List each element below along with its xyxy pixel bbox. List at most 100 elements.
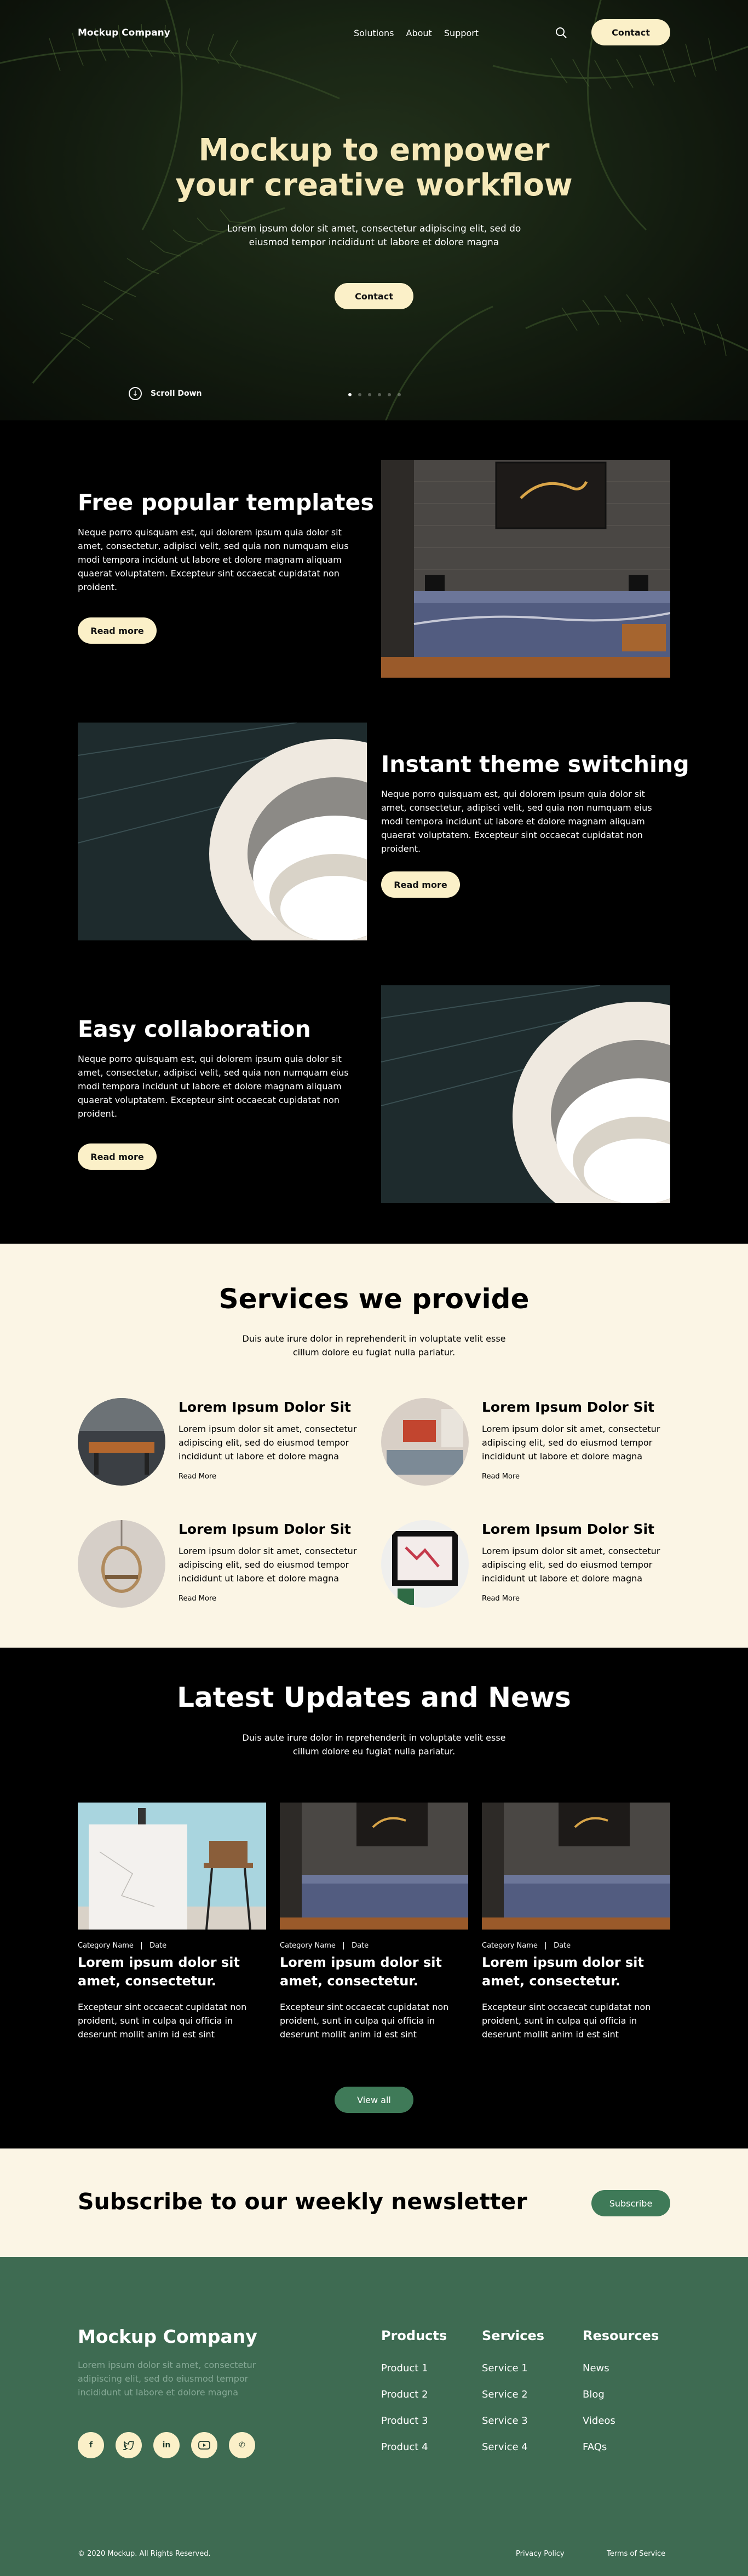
footer-link[interactable]: FAQs <box>583 2441 659 2454</box>
footer-link[interactable]: News <box>583 2362 659 2375</box>
privacy-policy-link[interactable]: Privacy Policy <box>516 2550 565 2558</box>
hero-overlay <box>0 0 748 420</box>
service-text: Lorem ipsum dolor sit amet, consectetur … <box>179 1546 357 1584</box>
subscribe-button[interactable]: Subscribe <box>591 2190 670 2216</box>
footer-link[interactable]: Service 4 <box>482 2441 544 2454</box>
slider-dots <box>348 393 401 396</box>
service-read-more-link[interactable]: Read More <box>179 1595 216 1603</box>
service-image <box>381 1520 469 1608</box>
twitter-icon[interactable] <box>116 2432 142 2458</box>
menu-item-about[interactable]: About <box>406 28 432 38</box>
footer-link[interactable]: Videos <box>583 2415 659 2428</box>
service-text: Lorem ipsum dolor sit amet, consectetur … <box>482 1424 660 1462</box>
lamp-photo <box>78 723 367 940</box>
news-card-text: Excepteur sint occaecat cupidatat non pr… <box>280 2002 449 2040</box>
service-item: Lorem Ipsum Dolor Sit Lorem ipsum dolor … <box>381 1398 682 1491</box>
footer-column-title: Services <box>482 2328 545 2343</box>
footer-column-resources: Resources News Blog Videos FAQs <box>583 2328 659 2467</box>
footer-link[interactable]: Product 1 <box>381 2362 447 2375</box>
hero-contact-button[interactable]: Contact <box>335 283 413 309</box>
menu-item-support[interactable]: Support <box>444 28 479 38</box>
feature-title: Instant theme switching <box>381 751 689 777</box>
news-image <box>78 1803 266 1934</box>
service-read-more-link[interactable]: Read More <box>482 1595 520 1603</box>
youtube-icon[interactable] <box>191 2432 217 2458</box>
scroll-down-link[interactable]: ↓ Scroll Down <box>129 387 202 400</box>
footer-description: Lorem ipsum dolor sit amet, consectetur … <box>78 2360 256 2398</box>
footer-link[interactable]: Product 3 <box>381 2415 447 2428</box>
news-subtitle: Duis aute irure dolor in reprehenderit i… <box>242 1732 506 1757</box>
news-card[interactable]: Category Name | Date Lorem ipsum dolor s… <box>78 1803 266 2041</box>
service-image <box>78 1520 165 1608</box>
services-title: Services we provide <box>218 1283 530 1315</box>
footer-brand[interactable]: Mockup Company <box>78 2326 257 2347</box>
footer-link[interactable]: Service 3 <box>482 2415 544 2428</box>
service-image <box>381 1398 469 1486</box>
service-item: Lorem Ipsum Dolor Sit Lorem ipsum dolor … <box>381 1520 682 1613</box>
scroll-down-label: Scroll Down <box>151 389 202 398</box>
news-card-text: Excepteur sint occaecat cupidatat non pr… <box>78 2002 247 2040</box>
footer-link[interactable]: Product 2 <box>381 2388 447 2401</box>
news-section: Latest Updates and News Duis aute irure … <box>0 1648 748 2148</box>
slider-dot[interactable] <box>378 393 381 396</box>
news-category[interactable]: Category Name <box>482 1942 538 1950</box>
news-date: Date <box>352 1942 369 1950</box>
terms-of-service-link[interactable]: Terms of Service <box>607 2550 665 2558</box>
news-date: Date <box>149 1942 167 1950</box>
news-date: Date <box>554 1942 571 1950</box>
slider-dot[interactable] <box>358 393 361 396</box>
footer-link[interactable]: Blog <box>583 2388 659 2401</box>
feature-title: Free popular templates <box>78 489 374 516</box>
arrow-down-icon: ↓ <box>129 387 142 400</box>
bedroom-photo <box>381 460 670 678</box>
header-contact-button[interactable]: Contact <box>591 19 670 45</box>
footer-column-title: Products <box>381 2328 447 2343</box>
footer-link[interactable]: Service 2 <box>482 2388 544 2401</box>
hero-title: Mockup to empower your creative workflow <box>175 132 573 203</box>
service-text: Lorem ipsum dolor sit amet, consectetur … <box>482 1546 660 1584</box>
service-title: Lorem Ipsum Dolor Sit <box>179 1521 352 1537</box>
read-more-button[interactable]: Read more <box>78 1143 157 1170</box>
footer-link[interactable]: Product 4 <box>381 2441 447 2454</box>
news-category[interactable]: Category Name <box>280 1942 336 1950</box>
main-menu: Solutions About Support <box>354 28 479 38</box>
news-image <box>280 1803 468 1930</box>
social-links: f in ✆ <box>78 2432 255 2458</box>
news-card-title[interactable]: Lorem ipsum dolor sit amet, consectetur. <box>78 1953 266 1990</box>
read-more-button[interactable]: Read more <box>78 617 157 644</box>
service-read-more-link[interactable]: Read More <box>179 1472 216 1481</box>
feature-title: Easy collaboration <box>78 1016 311 1042</box>
brand-logo[interactable]: Mockup Company <box>78 27 170 38</box>
facebook-icon[interactable]: f <box>78 2432 104 2458</box>
search-icon[interactable] <box>555 27 567 39</box>
footer-link[interactable]: Service 1 <box>482 2362 544 2375</box>
news-meta: Category Name | Date <box>78 1942 167 1950</box>
service-text: Lorem ipsum dolor sit amet, consectetur … <box>179 1424 357 1462</box>
phone-icon[interactable]: ✆ <box>229 2432 255 2458</box>
linkedin-icon[interactable]: in <box>153 2432 180 2458</box>
slider-dot[interactable] <box>368 393 371 396</box>
newsletter-title: Subscribe to our weekly newsletter <box>78 2188 527 2215</box>
features-section: Free popular templates Neque porro quisq… <box>0 420 748 1244</box>
view-all-button[interactable]: View all <box>335 2087 413 2113</box>
read-more-button[interactable]: Read more <box>381 871 460 898</box>
service-title: Lorem Ipsum Dolor Sit <box>179 1399 352 1415</box>
news-card-title[interactable]: Lorem ipsum dolor sit amet, consectetur. <box>280 1953 468 1990</box>
slider-dot[interactable] <box>398 393 401 396</box>
hero-section: Mockup Company Solutions About Support C… <box>0 0 748 420</box>
menu-item-solutions[interactable]: Solutions <box>354 28 394 38</box>
slider-dot[interactable] <box>388 393 391 396</box>
news-card[interactable]: Category Name | Date Lorem ipsum dolor s… <box>482 1803 670 2041</box>
news-card-title[interactable]: Lorem ipsum dolor sit amet, consectetur. <box>482 1953 670 1990</box>
slider-dot[interactable] <box>348 393 352 396</box>
news-image <box>482 1803 670 1930</box>
service-item: Lorem Ipsum Dolor Sit Lorem ipsum dolor … <box>78 1398 379 1491</box>
news-meta: Category Name | Date <box>280 1942 369 1950</box>
news-meta: Category Name | Date <box>482 1942 571 1950</box>
news-category[interactable]: Category Name <box>78 1942 134 1950</box>
services-subtitle: Duis aute irure dolor in reprehenderit i… <box>242 1333 506 1358</box>
news-card-text: Excepteur sint occaecat cupidatat non pr… <box>482 2002 651 2040</box>
news-card[interactable]: Category Name | Date Lorem ipsum dolor s… <box>280 1803 468 2041</box>
top-nav: Mockup Company Solutions About Support C… <box>78 19 670 47</box>
service-read-more-link[interactable]: Read More <box>482 1472 520 1481</box>
